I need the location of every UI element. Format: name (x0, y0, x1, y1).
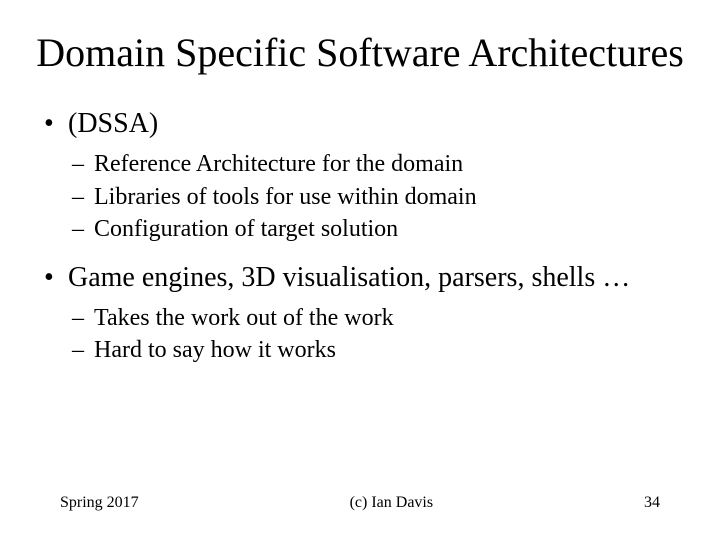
sub-list: Reference Architecture for the domain Li… (72, 148, 690, 245)
sub-item: Libraries of tools for use within domain (72, 181, 690, 213)
sub-item: Configuration of target solution (72, 213, 690, 245)
sub-item: Reference Architecture for the domain (72, 148, 690, 180)
slide-title: Domain Specific Software Architectures (30, 30, 690, 76)
footer-center: (c) Ian Davis (350, 494, 434, 512)
sub-item: Takes the work out of the work (72, 302, 690, 334)
footer-left: Spring 2017 (60, 494, 139, 512)
sub-list: Takes the work out of the work Hard to s… (72, 302, 690, 367)
bullet-list: (DSSA) (40, 106, 690, 142)
bullet-item: Game engines, 3D visualisation, parsers,… (40, 260, 690, 296)
footer-right: 34 (644, 494, 660, 512)
bullet-list: Game engines, 3D visualisation, parsers,… (40, 260, 690, 296)
footer: Spring 2017 (c) Ian Davis 34 (30, 494, 690, 512)
bullet-item: (DSSA) (40, 106, 690, 142)
sub-item: Hard to say how it works (72, 334, 690, 366)
